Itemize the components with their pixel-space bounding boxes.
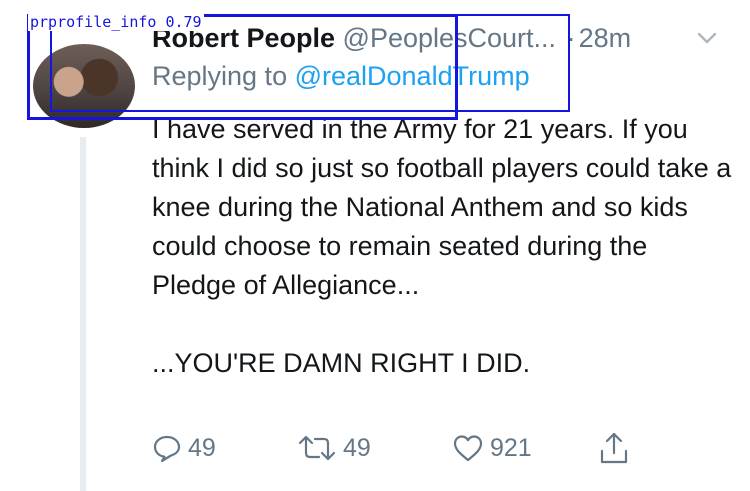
reply-mention-link[interactable]: @realDonaldTrump <box>295 61 530 91</box>
avatar[interactable] <box>33 44 135 128</box>
tweet: Robert People @PeoplesCourt... · 28m Repl… <box>0 0 750 491</box>
reply-count: 49 <box>188 433 216 462</box>
share-button[interactable] <box>598 428 630 468</box>
retweet-count: 49 <box>343 433 371 462</box>
replying-to-prefix: Replying to <box>152 61 295 91</box>
share-icon <box>600 432 628 464</box>
retweet-icon <box>298 435 336 461</box>
like-count: 921 <box>490 433 532 462</box>
reply-button[interactable]: 49 <box>152 428 216 468</box>
retweet-button[interactable]: 49 <box>297 428 371 468</box>
separator-dot: · <box>566 23 576 53</box>
tweet-paragraph: ...YOU'RE DAMN RIGHT I DID. <box>152 348 531 378</box>
tweet-paragraph: I have served in the Army for 21 years. … <box>152 114 732 300</box>
tweet-actions: 49 49 921 <box>152 428 642 468</box>
thread-line <box>80 137 86 491</box>
tweet-text: I have served in the Army for 21 years. … <box>152 110 732 383</box>
like-icon <box>453 435 483 462</box>
reply-icon <box>153 435 181 463</box>
tweet-header: Robert People @PeoplesCourt... · 28m <box>152 20 631 60</box>
like-button[interactable]: 921 <box>452 428 532 468</box>
replying-to: Replying to @realDonaldTrump <box>152 58 530 94</box>
detection-label: prprofile_info 0.79 <box>28 13 204 31</box>
chevron-down-icon[interactable] <box>696 27 718 49</box>
timestamp[interactable]: 28m <box>579 23 632 53</box>
user-handle[interactable]: @PeoplesCourt... <box>343 23 557 53</box>
